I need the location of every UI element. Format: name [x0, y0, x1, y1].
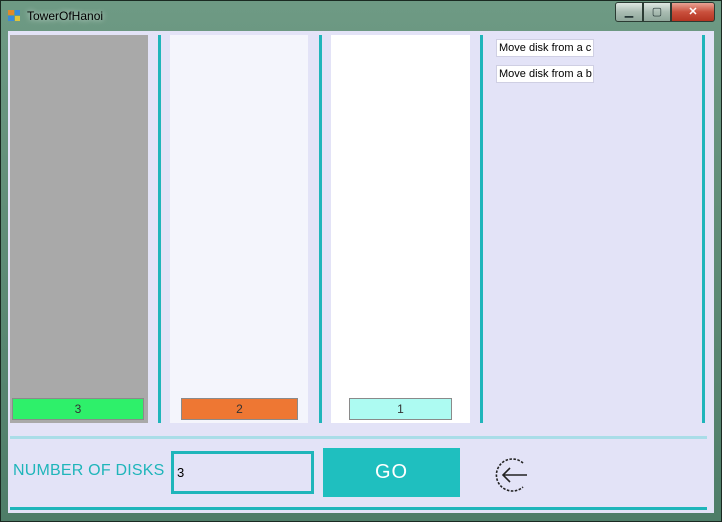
peg-b-area [170, 35, 308, 423]
peg-divider [480, 35, 483, 423]
move-log-item: Move disk from a c [496, 39, 594, 57]
maximize-icon: ▢ [651, 5, 663, 18]
peg-divider [319, 35, 322, 423]
disks-input[interactable] [171, 451, 314, 494]
minimize-button[interactable]: ▁ [615, 2, 643, 22]
back-arrow-circle-icon[interactable] [491, 455, 531, 495]
disk-2[interactable]: 2 [181, 398, 298, 420]
peg-a-area [10, 35, 148, 423]
number-of-disks-label: NUMBER OF DISKS [13, 462, 165, 479]
disk-1[interactable]: 1 [349, 398, 452, 420]
log-panel-border [702, 35, 705, 423]
window-title: TowerOfHanoi [27, 9, 104, 23]
close-button[interactable]: ✕ [671, 2, 715, 22]
peg-c-area [331, 35, 470, 423]
caption-buttons: ▁ ▢ ✕ [615, 2, 715, 22]
app-window: TowerOfHanoi ▁ ▢ ✕ 3 2 1 Move disk from … [0, 0, 722, 522]
move-log-item: Move disk from a b [496, 65, 594, 83]
close-icon: ✕ [688, 5, 698, 18]
go-button[interactable]: GO [323, 448, 460, 497]
app-icon [8, 10, 20, 21]
peg-divider [158, 35, 161, 423]
minimize-icon: ▁ [624, 5, 634, 18]
title-bar[interactable]: TowerOfHanoi ▁ ▢ ✕ [1, 1, 721, 29]
disk-3[interactable]: 3 [12, 398, 144, 420]
maximize-button[interactable]: ▢ [643, 2, 671, 22]
bottom-separator [10, 436, 707, 439]
client-area: 3 2 1 Move disk from a c Move disk from … [8, 31, 714, 513]
footer-line [10, 507, 707, 510]
